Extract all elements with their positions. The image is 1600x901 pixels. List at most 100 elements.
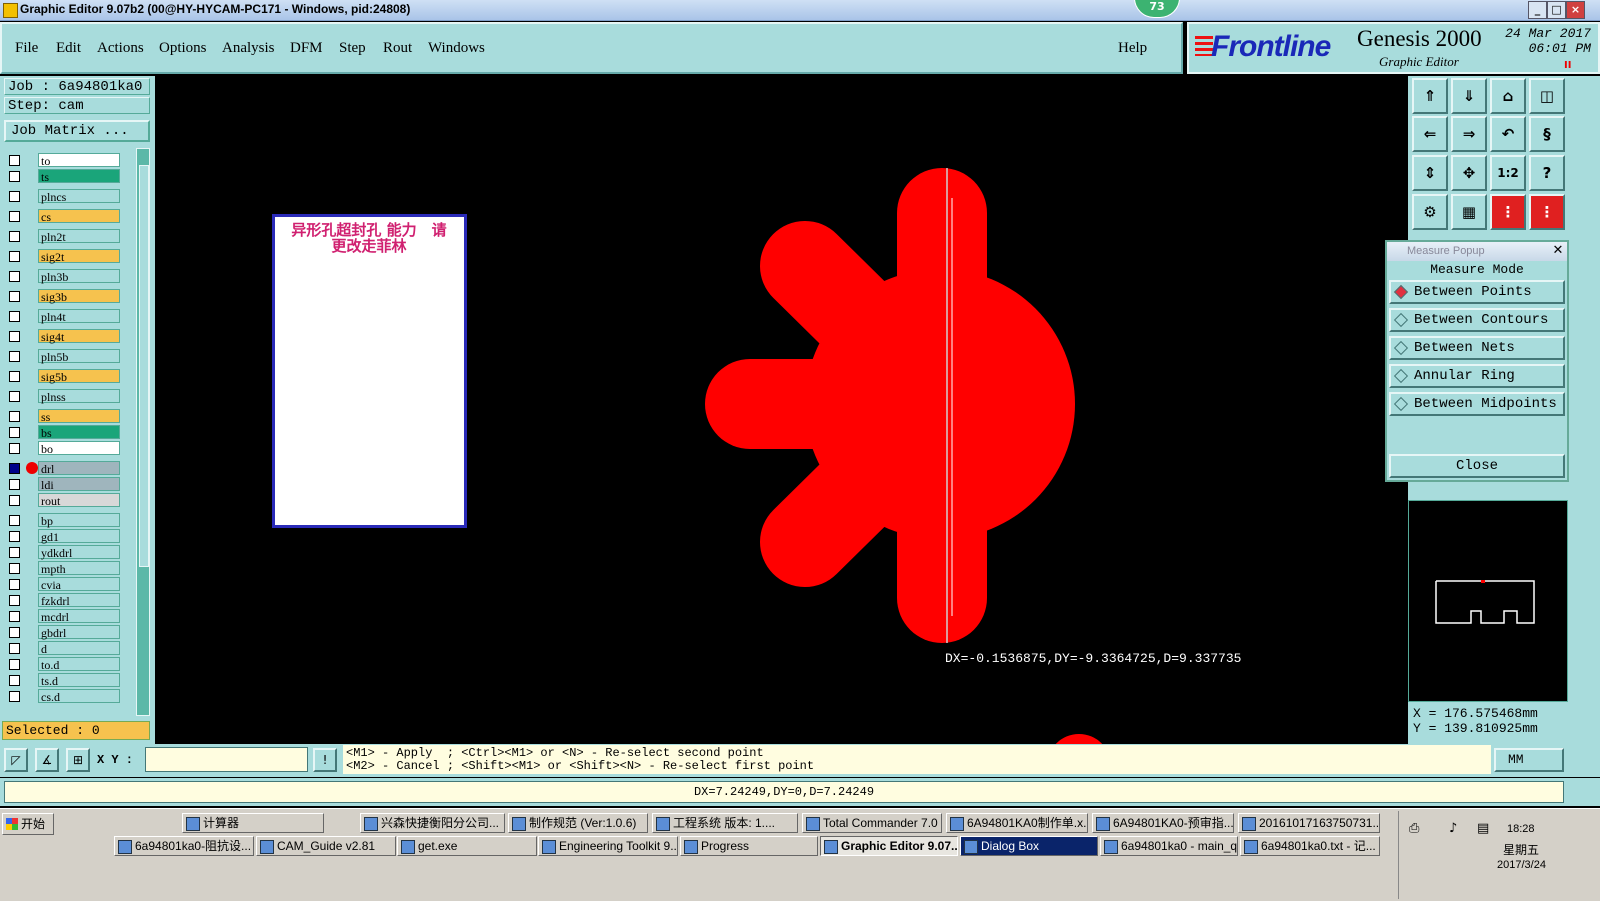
scroll-thumb[interactable] [139,165,149,567]
printer-icon[interactable]: ⎙ [1409,821,1419,836]
layer-row[interactable]: sig3b [4,288,124,304]
taskbar-item[interactable]: 6A94801KA0制作单.x... [946,813,1088,833]
overview-map[interactable] [1408,500,1568,702]
layer-row[interactable]: plnss [4,388,124,404]
xy-input[interactable] [145,747,308,772]
pan-right-icon[interactable]: ⇒ [1451,116,1487,152]
layer-row[interactable]: mpth [4,560,124,576]
layer-name[interactable]: sig5b [38,369,120,384]
layer-name[interactable]: bs [38,425,120,440]
layer-name[interactable]: drl [38,461,120,476]
taskbar-item[interactable]: Dialog Box [960,836,1098,856]
layer-row[interactable]: ydkdrl [4,544,124,560]
layer-name[interactable]: bp [38,513,120,528]
layer-checkbox[interactable] [9,547,20,558]
layer-scrollbar[interactable] [136,148,150,716]
layer-checkbox[interactable] [9,391,20,402]
redraw-icon[interactable]: § [1529,116,1565,152]
layer-checkbox[interactable] [9,531,20,542]
menu-rout[interactable]: Rout [383,40,412,57]
layer-checkbox[interactable] [9,495,20,506]
layer-name[interactable]: ts.d [38,673,120,688]
taskbar-item[interactable]: 兴森快捷衡阳分公司... [360,813,505,833]
layer-checkbox[interactable] [9,271,20,282]
layer-row[interactable]: cs [4,208,124,224]
layer-checkbox[interactable] [9,231,20,242]
grid-icon[interactable]: ▦ [1451,194,1487,230]
layer-checkbox[interactable] [9,479,20,490]
net-highlight-icon[interactable]: ⋮ [1490,194,1526,230]
close-button[interactable]: × [1566,1,1585,19]
home-icon[interactable]: ⌂ [1490,78,1526,114]
layer-name[interactable]: pln5b [38,349,120,364]
layer-checkbox[interactable] [9,659,20,670]
layer-row[interactable]: d [4,640,124,656]
layer-row[interactable]: ts.d [4,672,124,688]
menu-step[interactable]: Step [339,40,366,57]
layer-row[interactable]: to.d [4,656,124,672]
taskbar-item[interactable]: get.exe [397,836,537,856]
volume-icon[interactable]: ♪ [1449,821,1457,836]
taskbar-item[interactable]: Engineering Toolkit 9.... [538,836,678,856]
taskbar-item[interactable]: 6A94801KA0-预审指... [1092,813,1234,833]
layer-row[interactable]: bp [4,512,124,528]
layer-checkbox[interactable] [9,371,20,382]
layer-row[interactable]: to [4,152,124,168]
zoom-center-icon[interactable]: ✥ [1451,155,1487,191]
taskbar-item[interactable]: Progress [680,836,818,856]
layer-row[interactable]: cvia [4,576,124,592]
layer-row[interactable]: pln5b [4,348,124,364]
layer-checkbox[interactable] [9,311,20,322]
layer-checkbox[interactable] [9,579,20,590]
layer-checkbox[interactable] [9,611,20,622]
info-icon[interactable]: ! [313,748,337,772]
layer-name[interactable]: gbdrl [38,625,120,640]
option-between-contours[interactable]: Between Contours [1389,308,1565,332]
minimize-button[interactable]: _ [1528,1,1547,19]
zoom-fit-icon[interactable]: ⇕ [1412,155,1448,191]
layer-checkbox[interactable] [9,191,20,202]
layer-name[interactable]: bo [38,441,120,456]
menu-file[interactable]: File [15,40,38,57]
layer-row[interactable]: pln3b [4,268,124,284]
layer-row[interactable]: gd1 [4,528,124,544]
taskbar-item[interactable]: 6a94801ka0 - main_qa [1100,836,1238,856]
layer-row[interactable]: pln4t [4,308,124,324]
layer-checkbox[interactable] [9,331,20,342]
layer-row[interactable]: fzkdrl [4,592,124,608]
menu-actions[interactable]: Actions [97,40,144,57]
layer-name[interactable]: ts [38,169,120,184]
layer-checkbox[interactable] [9,171,20,182]
layer-checkbox[interactable] [9,675,20,686]
layer-checkbox[interactable] [9,291,20,302]
graphic-canvas[interactable]: 异形孔超封孔 能力 请 更改走菲林 DX=-0.1536875,DY=-9.33… [155,76,1408,744]
close-button[interactable]: Close [1389,454,1565,478]
layer-checkbox[interactable] [9,627,20,638]
layer-checkbox[interactable] [9,427,20,438]
unit-selector[interactable]: MM [1494,748,1564,772]
layer-name[interactable]: sig4t [38,329,120,344]
layer-checkbox[interactable] [9,691,20,702]
taskbar-item[interactable]: Total Commander 7.0 ... [802,813,942,833]
layer-name[interactable]: to [38,153,120,168]
start-button[interactable]: 开始 [2,813,54,835]
layer-name[interactable]: pln4t [38,309,120,324]
layer-checkbox[interactable] [9,515,20,526]
taskbar-item[interactable]: 制作规范 (Ver:1.0.6) [508,813,648,833]
network-icon[interactable]: ▤ [1477,821,1489,836]
maximize-button[interactable]: □ [1547,1,1566,19]
layer-name[interactable]: pln3b [38,269,120,284]
close-icon[interactable]: ✕ [1551,244,1565,258]
layer-row[interactable]: pln2t [4,228,124,244]
layer-name[interactable]: pln2t [38,229,120,244]
layer-checkbox[interactable] [9,155,20,166]
layer-row[interactable]: sig5b [4,368,124,384]
menu-edit[interactable]: Edit [56,40,81,57]
option-between-points[interactable]: Between Points [1389,280,1565,304]
layer-name[interactable]: rout [38,493,120,508]
pan-left-icon[interactable]: ⇐ [1412,116,1448,152]
taskbar-item[interactable]: Graphic Editor 9.07... [820,836,958,856]
layer-name[interactable]: cvia [38,577,120,592]
layer-name[interactable]: cs.d [38,689,120,704]
layer-name[interactable]: plncs [38,189,120,204]
